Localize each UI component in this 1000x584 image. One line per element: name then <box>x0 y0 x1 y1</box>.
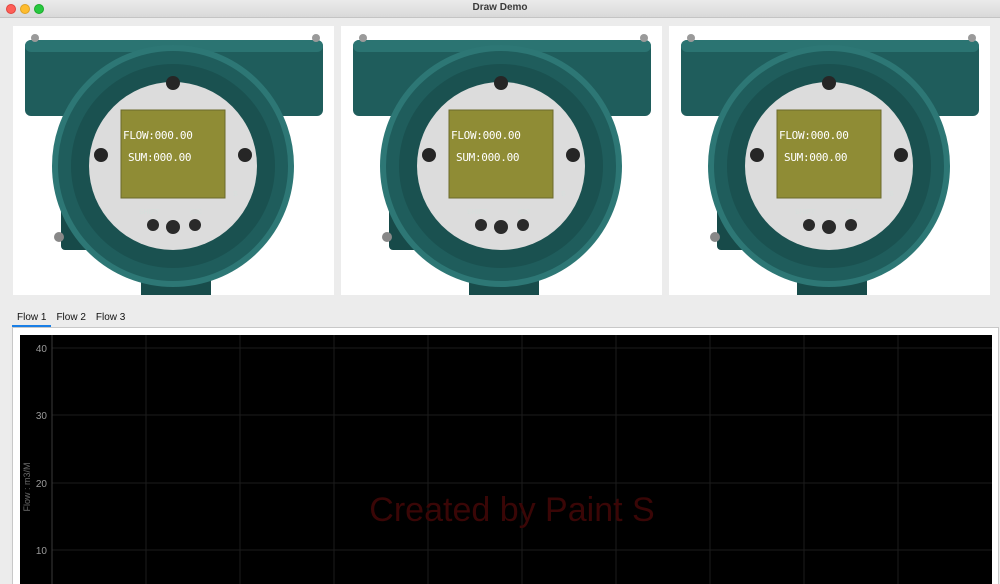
watermark-text: Created by Paint S <box>369 491 654 529</box>
side-button-label: S <box>233 191 238 198</box>
shift-label: SHIFT <box>795 209 816 216</box>
flow-reading: FLOW:000.00 <box>123 129 193 142</box>
flow-tab-bar: Flow 1 Flow 2 Flow 3 <box>12 311 130 327</box>
meter-panel-3: FLOW:000.00 SUM:000.00 SHIFT INC S <box>669 26 990 295</box>
inc-label: INC <box>190 209 203 216</box>
inc-label: INC <box>518 209 531 216</box>
chart-panel: 40 30 20 10 Flow : m3/M Created by Paint… <box>12 327 999 584</box>
side-button-label: S <box>889 191 894 198</box>
shift-label: SHIFT <box>139 209 160 216</box>
shift-label: SHIFT <box>467 209 488 216</box>
side-button-label: S <box>561 191 566 198</box>
y-axis-label: Flow : m3/M <box>22 462 32 511</box>
flow-reading: FLOW:000.00 <box>451 129 521 142</box>
inc-label: INC <box>846 209 859 216</box>
y-tick-10: 10 <box>36 546 48 557</box>
flow-chart: 40 30 20 10 Flow : m3/M Created by Paint… <box>20 335 992 584</box>
tab-flow-3[interactable]: Flow 3 <box>91 311 130 327</box>
sum-reading: SUM:000.00 <box>784 151 848 164</box>
sum-reading: SUM:000.00 <box>128 151 192 164</box>
chart-background <box>20 335 992 584</box>
sum-reading: SUM:000.00 <box>456 151 520 164</box>
title-bar: Draw Demo <box>0 0 1000 18</box>
window-title: Draw Demo <box>472 2 528 13</box>
meter-panel-1: FLOW:000.00 SUM:000.00 SHIFT INC S <box>13 26 334 295</box>
y-tick-30: 30 <box>36 411 48 422</box>
tab-flow-2[interactable]: Flow 2 <box>51 311 90 327</box>
y-tick-40: 40 <box>36 344 48 355</box>
flow-reading: FLOW:000.00 <box>779 129 849 142</box>
y-tick-20: 20 <box>36 479 48 490</box>
meter-panel-2: FLOW:000.00 SUM:000.00 SHIFT INC S <box>341 26 662 295</box>
tab-flow-1[interactable]: Flow 1 <box>12 311 52 327</box>
